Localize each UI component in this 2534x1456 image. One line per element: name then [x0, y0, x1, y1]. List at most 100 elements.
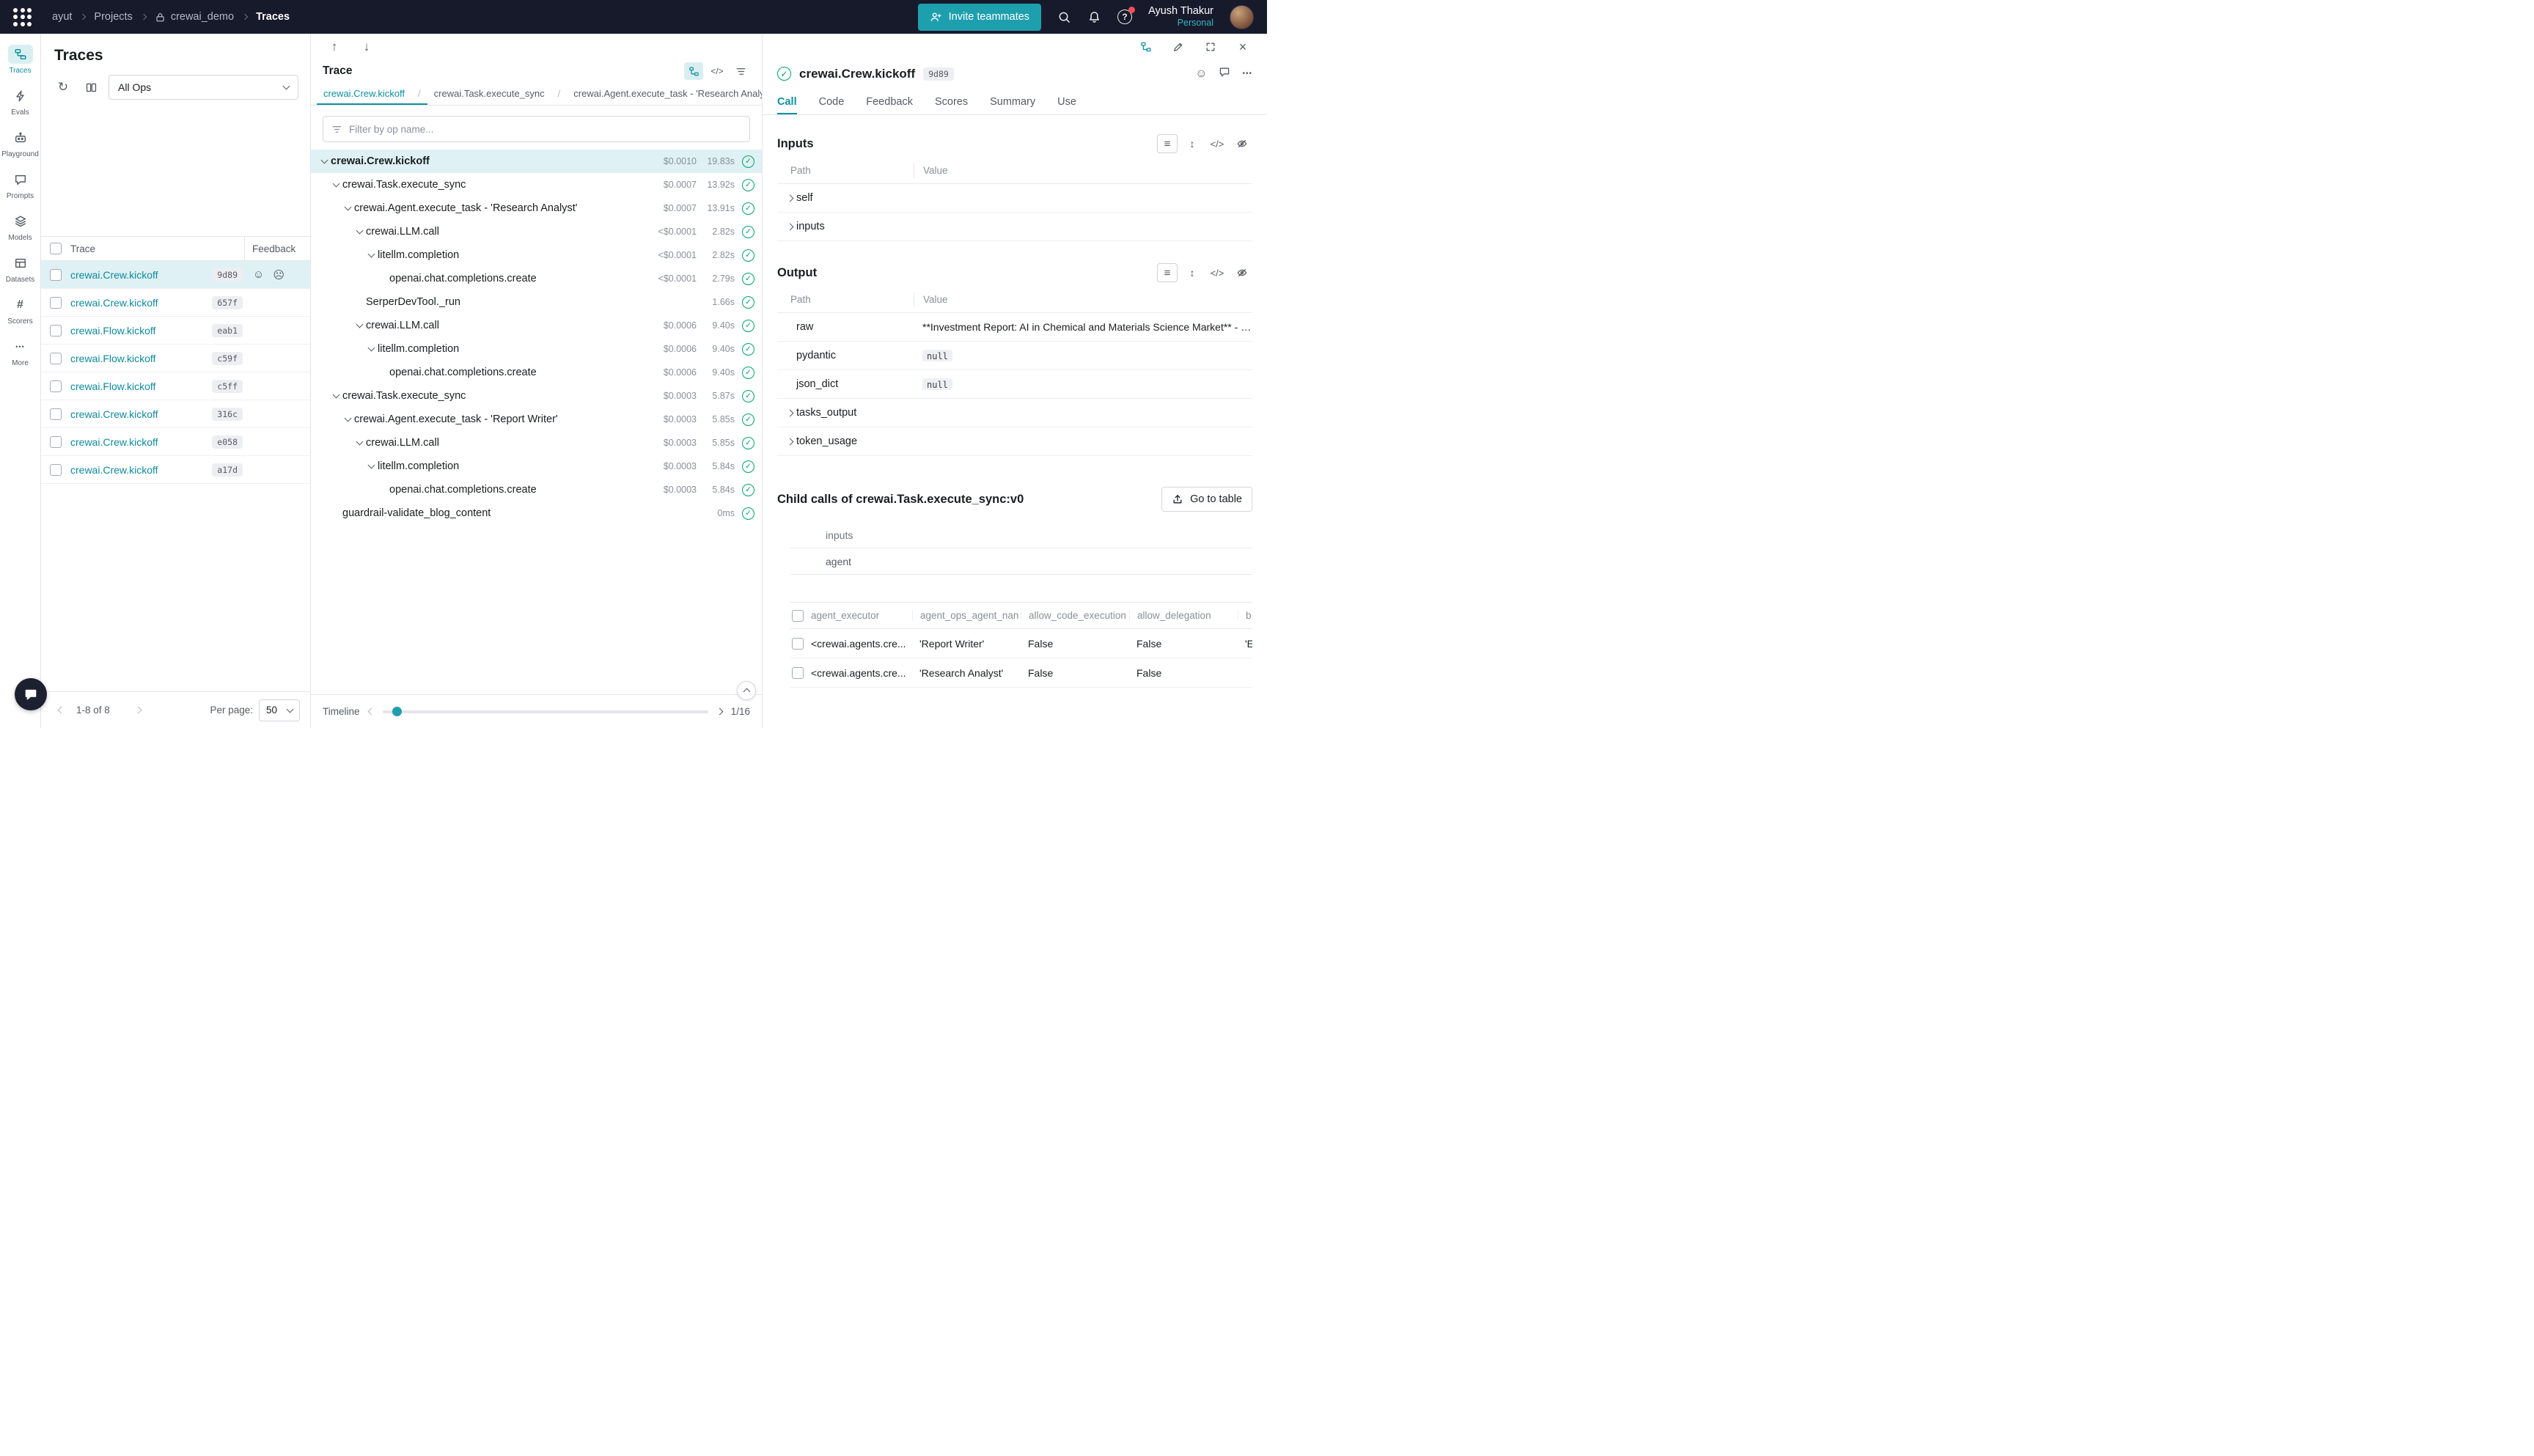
code-view-icon[interactable]: </> [708, 62, 727, 80]
tab-call[interactable]: Call [777, 89, 797, 114]
add-negative-feedback-icon[interactable]: ☹ [273, 268, 284, 282]
row-checkbox[interactable] [792, 667, 804, 679]
sidebar-item-traces[interactable]: Traces [1, 41, 40, 80]
span-row[interactable]: litellm.completion $0.0006 9.40s ✓ [311, 337, 762, 361]
chevron-right-icon[interactable] [783, 196, 796, 201]
avatar[interactable] [1230, 5, 1254, 29]
trace-link[interactable]: crewai.Flow.kickoff [62, 325, 155, 337]
add-positive-feedback-icon[interactable]: ☺ [253, 268, 264, 282]
caret-collapse-icon[interactable] [318, 160, 331, 163]
collapse-timeline-icon[interactable] [737, 681, 756, 700]
trace-link[interactable]: crewai.Crew.kickoff [62, 436, 158, 448]
trace-link[interactable]: crewai.Crew.kickoff [62, 269, 158, 281]
sidebar-item-more[interactable]: ••• More [1, 334, 40, 372]
fullscreen-icon[interactable] [1201, 38, 1220, 56]
tree-view-icon[interactable] [1136, 38, 1156, 56]
span-row[interactable]: openai.chat.completions.create $0.0003 5… [311, 478, 762, 501]
comment-icon[interactable] [1219, 66, 1230, 81]
sidebar-item-evals[interactable]: Evals [1, 83, 40, 122]
tab-use[interactable]: Use [1057, 89, 1076, 114]
hide-empty-icon[interactable] [1232, 263, 1252, 282]
span-row[interactable]: crewai.Agent.execute_task - 'Research An… [311, 196, 762, 220]
notifications-bell-icon[interactable] [1087, 10, 1101, 24]
trace-link[interactable]: crewai.Crew.kickoff [62, 408, 158, 420]
list-view-icon[interactable]: ≡ [1157, 134, 1178, 153]
hide-empty-icon[interactable] [1232, 134, 1252, 153]
output-row-json-dict[interactable]: json_dict null [777, 370, 1252, 399]
caret-collapse-icon[interactable] [330, 394, 342, 397]
breadcrumb-project[interactable]: crewai_demo [155, 11, 234, 23]
path-tab[interactable]: crewai.Crew.kickoff [317, 82, 427, 105]
path-tab[interactable]: crewai.Task.execute_sync [427, 82, 568, 105]
path-tab[interactable]: crewai.Agent.execute_task - 'Research An… [567, 82, 762, 105]
input-row-self[interactable]: self [777, 184, 1252, 213]
account-menu[interactable]: Ayush Thakur Personal [1148, 4, 1213, 29]
span-row[interactable]: openai.chat.completions.create <$0.0001 … [311, 267, 762, 290]
timeline-slider[interactable] [383, 710, 708, 713]
invite-teammates-button[interactable]: Invite teammates [918, 4, 1041, 31]
output-row-pydantic[interactable]: pydantic null [777, 342, 1252, 370]
sidebar-item-datasets[interactable]: Datasets [1, 250, 40, 289]
breadcrumb-page[interactable]: Traces [256, 11, 290, 23]
sidebar-item-prompts[interactable]: Prompts [1, 166, 40, 205]
row-checkbox[interactable] [50, 269, 62, 281]
tab-feedback[interactable]: Feedback [866, 89, 913, 114]
output-row-tasks-output[interactable]: tasks_output [777, 399, 1252, 427]
close-icon[interactable]: × [1233, 38, 1252, 56]
caret-collapse-icon[interactable] [365, 465, 378, 468]
row-checkbox[interactable] [50, 436, 62, 448]
trace-link[interactable]: crewai.Flow.kickoff [62, 380, 155, 392]
table-row[interactable]: <crewai.agents.cre... 'Research Analyst'… [790, 658, 1252, 688]
edit-pencil-icon[interactable] [1169, 38, 1188, 56]
span-row[interactable]: SerperDevTool._run 1.66s ✓ [311, 290, 762, 314]
trace-list-row[interactable]: crewai.Crew.kickoff 9d89 ☺ ☹ [41, 261, 310, 289]
help-icon[interactable]: ? [1117, 10, 1132, 24]
trace-list-row[interactable]: crewai.Flow.kickoff eab1 [41, 317, 310, 345]
span-row[interactable]: crewai.LLM.call $0.0003 5.85s ✓ [311, 431, 762, 455]
sidebar-item-models[interactable]: Models [1, 208, 40, 247]
trace-list-row[interactable]: crewai.Crew.kickoff 657f [41, 289, 310, 317]
previous-trace-icon[interactable]: ↑ [324, 37, 345, 57]
ops-filter-select[interactable]: All Ops [109, 75, 298, 100]
breadcrumb-projects[interactable]: Projects [94, 11, 132, 23]
row-checkbox[interactable] [792, 638, 804, 650]
caret-collapse-icon[interactable] [353, 441, 366, 444]
trace-list-row[interactable]: crewai.Crew.kickoff 316c [41, 400, 310, 428]
caret-collapse-icon[interactable] [365, 348, 378, 350]
expand-rows-icon[interactable]: ↕ [1182, 134, 1202, 153]
span-row[interactable]: crewai.Agent.execute_task - 'Report Writ… [311, 408, 762, 431]
table-row[interactable]: <crewai.agents.cre... 'Report Writer' Fa… [790, 629, 1252, 658]
span-row[interactable]: crewai.Crew.kickoff $0.0010 19.83s ✓ [311, 150, 762, 173]
span-row[interactable]: guardrail-validate_blog_content 0ms ✓ [311, 501, 762, 525]
next-trace-icon[interactable]: ↓ [356, 37, 377, 57]
wandb-logo[interactable] [13, 8, 32, 26]
timeline-prev-icon[interactable] [367, 708, 375, 716]
row-checkbox[interactable] [50, 297, 62, 309]
span-row[interactable]: litellm.completion $0.0003 5.84s ✓ [311, 455, 762, 478]
list-view-icon[interactable]: ≡ [1157, 263, 1178, 282]
input-row-inputs[interactable]: inputs [777, 213, 1252, 241]
timeline-next-icon[interactable] [716, 708, 723, 716]
per-page-select[interactable]: 50 [259, 699, 300, 721]
refresh-icon[interactable]: ↻ [53, 77, 73, 98]
span-row[interactable]: crewai.Task.execute_sync $0.0007 13.92s … [311, 173, 762, 196]
caret-collapse-icon[interactable] [353, 230, 366, 233]
output-row-raw[interactable]: raw **Investment Report: AI in Chemical … [777, 313, 1252, 342]
select-all-checkbox[interactable] [792, 610, 804, 622]
search-icon[interactable] [1057, 10, 1071, 24]
flame-view-icon[interactable] [731, 62, 750, 80]
caret-collapse-icon[interactable] [365, 254, 378, 257]
sidebar-item-scorers[interactable]: # Scorers [1, 292, 40, 331]
more-options-icon[interactable]: ••• [1242, 70, 1252, 78]
trace-link[interactable]: crewai.Flow.kickoff [62, 353, 155, 364]
chevron-right-icon[interactable] [783, 439, 796, 444]
span-row[interactable]: openai.chat.completions.create $0.0006 9… [311, 361, 762, 384]
prev-page-icon[interactable] [51, 701, 70, 720]
code-view-icon[interactable]: </> [1207, 134, 1227, 153]
trace-list-row[interactable]: crewai.Crew.kickoff e058 [41, 428, 310, 456]
chevron-right-icon[interactable] [783, 224, 796, 229]
code-view-icon[interactable]: </> [1207, 263, 1227, 282]
op-name-filter-input[interactable] [349, 124, 741, 135]
timeline-slider-handle[interactable] [392, 707, 402, 716]
support-chat-button[interactable] [15, 678, 47, 710]
